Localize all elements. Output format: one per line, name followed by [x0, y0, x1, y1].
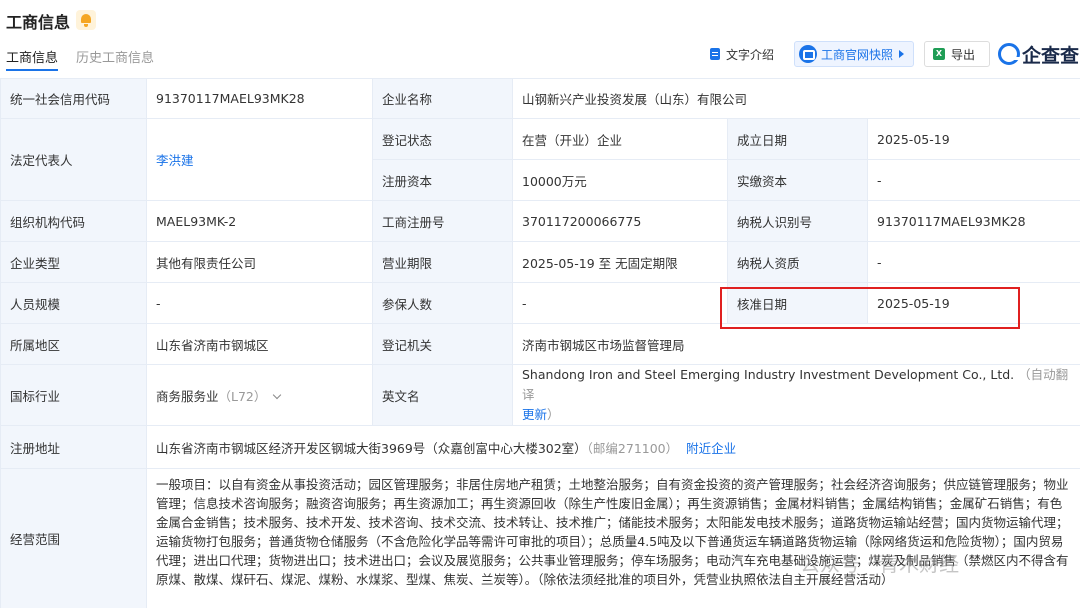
play-icon — [899, 50, 905, 58]
reg-capital-value: 10000万元 — [512, 159, 728, 201]
region-label: 所属地区 — [0, 323, 147, 365]
approve-date-label: 核准日期 — [727, 282, 868, 324]
tab-business-info[interactable]: 工商信息 — [6, 47, 59, 71]
export-button[interactable]: X 导出 — [924, 41, 990, 67]
legal-rep-cell: 李洪建 — [146, 118, 373, 201]
address-cell: 山东省济南市钢城区经济开发区钢城大街3969号（众嘉创富中心大楼302室）（邮编… — [145, 425, 1080, 469]
camera-icon — [799, 45, 817, 63]
table-row: 注册地址 山东省济南市钢城区经济开发区钢城大街3969号（众嘉创富中心大楼302… — [0, 425, 1080, 469]
english-name-cell: Shandong Iron and Steel Emerging Industr… — [511, 364, 1080, 426]
table-row: 组织机构代码 MAEL93MK-2 工商注册号 370117200066775 … — [0, 200, 1080, 242]
reg-status-label: 登记状态 — [372, 118, 513, 160]
close-paren: ） — [547, 407, 560, 422]
chevron-down-icon[interactable] — [273, 390, 282, 399]
credit-code-label: 统一社会信用代码 — [0, 78, 147, 119]
table-row: 企业类型 其他有限责任公司 营业期限 2025-05-19 至 无固定期限 纳税… — [0, 241, 1080, 283]
table-row: 统一社会信用代码 91370117MAEL93MK28 企业名称 山钢新兴产业投… — [0, 78, 1080, 119]
scope-label: 经营范围 — [0, 468, 147, 608]
industry-cell[interactable]: 商务服务业（L72） — [146, 364, 373, 426]
industry-value: 商务服务业 — [156, 388, 219, 404]
table-row: 人员规模 - 参保人数 - 核准日期 2025-05-19 — [0, 282, 1080, 324]
reg-authority-label: 登记机关 — [372, 323, 513, 365]
legal-rep-link[interactable]: 李洪建 — [156, 153, 194, 168]
paid-capital-value: - — [866, 159, 1080, 201]
staff-size-value: - — [146, 282, 373, 324]
biz-term-label: 营业期限 — [372, 241, 513, 283]
page-title: 工商信息 — [6, 13, 71, 32]
brand-name: 企查查 — [1022, 44, 1080, 67]
insured-value: - — [512, 282, 728, 324]
table-row: 国标行业 商务服务业（L72） 英文名 Shandong Iron and St… — [0, 364, 1080, 426]
english-name-label: 英文名 — [372, 364, 513, 426]
update-link[interactable]: 更新 — [522, 407, 547, 422]
table-row: 所属地区 山东省济南市钢城区 登记机关 济南市钢城区市场监督管理局 — [0, 323, 1080, 365]
document-icon — [710, 48, 720, 60]
est-date-label: 成立日期 — [727, 118, 868, 160]
excel-icon: X — [933, 48, 945, 60]
company-type-value: 其他有限责任公司 — [146, 241, 373, 283]
text-intro-label: 文字介绍 — [726, 47, 775, 62]
region-value: 山东省济南市钢城区 — [146, 323, 373, 365]
paid-capital-label: 实缴资本 — [727, 159, 868, 201]
company-type-label: 企业类型 — [0, 241, 147, 283]
page-header: 工商信息 — [0, 0, 1080, 40]
credit-code-value: 91370117MAEL93MK28 — [146, 78, 373, 119]
reg-no-value: 370117200066775 — [512, 200, 728, 242]
reg-status-value: 在营（开业）企业 — [512, 118, 728, 160]
export-label: 导出 — [951, 47, 976, 62]
taxpayer-qual-value: - — [866, 241, 1080, 283]
address-value: 山东省济南市钢城区经济开发区钢城大街3969号（众嘉创富中心大楼302室） — [156, 440, 587, 456]
insured-label: 参保人数 — [372, 282, 513, 324]
est-date-value: 2025-05-19 — [866, 118, 1080, 160]
company-name-value: 山钢新兴产业投资发展（山东）有限公司 — [511, 78, 1080, 119]
tab-history-business-info[interactable]: 历史工商信息 — [76, 47, 154, 66]
business-info-table: 统一社会信用代码 91370117MAEL93MK28 企业名称 山钢新兴产业投… — [0, 78, 1080, 608]
taxpayer-id-label: 纳税人识别号 — [727, 200, 868, 242]
tab-bar: 工商信息 历史工商信息 — [0, 40, 1080, 71]
legal-rep-label: 法定代表人 — [0, 118, 147, 201]
official-snapshot-button[interactable]: 工商官网快照 — [794, 41, 914, 67]
brand: 企查查 — [998, 41, 1079, 67]
staff-size-label: 人员规模 — [0, 282, 147, 324]
table-row: 法定代表人 李洪建 登记状态 在营（开业）企业 成立日期 2025-05-19 — [0, 118, 1080, 201]
bell-icon[interactable] — [76, 10, 96, 30]
company-name-label: 企业名称 — [372, 78, 513, 119]
biz-term-value: 2025-05-19 至 无固定期限 — [512, 241, 728, 283]
scope-value: 一般项目：以自有资金从事投资活动；园区管理服务；非居住房地产租赁；土地整治服务；… — [145, 468, 1080, 608]
taxpayer-qual-label: 纳税人资质 — [727, 241, 868, 283]
org-code-label: 组织机构代码 — [0, 200, 147, 242]
nearby-companies-link[interactable]: 附近企业 — [686, 441, 736, 456]
address-label: 注册地址 — [0, 425, 147, 469]
industry-code: （L72） — [218, 388, 267, 404]
taxpayer-id-value: 91370117MAEL93MK28 — [866, 200, 1080, 242]
approve-date-value: 2025-05-19 — [866, 282, 1080, 324]
postcode: （邮编271100） — [586, 440, 679, 456]
reg-capital-label: 注册资本 — [372, 159, 513, 201]
english-name-value: Shandong Iron and Steel Emerging Industr… — [522, 367, 1015, 382]
text-intro-button[interactable]: 文字介绍 — [710, 41, 774, 67]
industry-label: 国标行业 — [0, 364, 147, 426]
org-code-value: MAEL93MK-2 — [146, 200, 373, 242]
reg-no-label: 工商注册号 — [372, 200, 513, 242]
table-row: 经营范围 一般项目：以自有资金从事投资活动；园区管理服务；非居住房地产租赁；土地… — [0, 468, 1080, 608]
brand-logo-icon — [998, 43, 1020, 65]
reg-authority-value: 济南市钢城区市场监督管理局 — [511, 323, 1080, 365]
official-snapshot-label: 工商官网快照 — [821, 47, 894, 62]
